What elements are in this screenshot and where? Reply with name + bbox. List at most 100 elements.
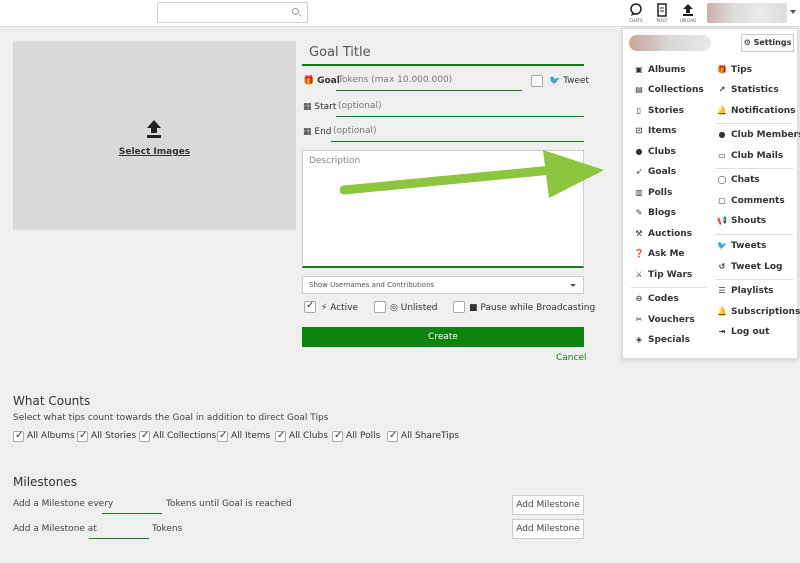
count-checkbox[interactable] <box>139 430 150 442</box>
playlist-icon: ☰ <box>718 286 726 295</box>
menu-item-albums[interactable]: ▣ Albums <box>634 65 685 75</box>
twitter-icon: 🐦 <box>549 76 561 86</box>
settings-button[interactable]: ⚙ Settings <box>741 34 794 52</box>
menu-item-statistics[interactable]: ↗ Statistics <box>717 85 779 95</box>
menu-item-ask-me[interactable]: ❓ Ask Me <box>634 249 685 259</box>
chevron-down-icon[interactable] <box>790 10 796 14</box>
menu-divider <box>715 123 793 124</box>
history-icon: ↺ <box>718 262 726 271</box>
menu-item-vouchers[interactable]: ✂ Vouchers <box>634 315 695 325</box>
story-icon: ▯ <box>636 106 642 115</box>
count-label: All ShareTips <box>401 431 460 441</box>
swords-icon: ⚔ <box>635 270 643 279</box>
pencil-icon: ✎ <box>635 208 643 217</box>
menu-item-clubs[interactable]: ● Clubs <box>634 147 676 157</box>
menu-item-stories[interactable]: ▯ Stories <box>634 106 684 116</box>
start-date-input[interactable]: (optional) <box>336 98 584 117</box>
tweet-checkbox[interactable] <box>531 75 543 87</box>
menu-item-polls[interactable]: ▥ Polls <box>634 188 672 198</box>
chat-icon: ◯ <box>717 175 727 184</box>
pause-checkbox[interactable] <box>453 301 465 313</box>
count-checkbox[interactable] <box>275 430 286 442</box>
gift-icon: 🎁 <box>717 65 727 74</box>
menu-divider <box>715 168 793 169</box>
menu-item-comments[interactable]: ▢ Comments <box>717 196 785 206</box>
bolt-icon: ⚡ <box>321 303 328 313</box>
count-label: All Clubs <box>289 431 328 441</box>
visibility-select[interactable]: Show Usernames and Contributions <box>302 276 584 294</box>
goal-title-input[interactable]: Goal Title <box>302 40 584 66</box>
goal-tokens-input[interactable]: Tokens (max 10.000.000) <box>336 72 522 91</box>
menu-item-shouts[interactable]: 📢 Shouts <box>717 216 766 226</box>
menu-item-specials[interactable]: ◈ Specials <box>634 335 690 345</box>
gift-icon: 🎁 <box>303 76 315 86</box>
menu-avatar[interactable] <box>629 35 711 51</box>
menu-item-auctions[interactable]: ⚒ Auctions <box>634 229 692 239</box>
what-counts-title: What Counts <box>13 394 91 408</box>
album-icon: ▣ <box>635 65 643 74</box>
unlisted-checkbox[interactable] <box>374 301 386 313</box>
tag-icon: ◈ <box>635 335 643 344</box>
comment-icon: ▢ <box>718 196 726 205</box>
rocket-icon: ➶ <box>635 167 643 176</box>
user-menu: ⚙ Settings ▣ Albums ▤ Collections ▯ Stories… <box>622 28 800 359</box>
menu-item-log-out[interactable]: ⇥ Log out <box>717 327 770 337</box>
top-bar: CHATS POST UPLOAD <box>0 0 800 27</box>
menu-item-chats[interactable]: ◯ Chats <box>717 175 760 185</box>
start-label: ▦ Start <box>303 102 337 112</box>
logout-icon: ⇥ <box>718 327 726 336</box>
collection-icon: ▤ <box>635 85 643 94</box>
menu-item-tweets[interactable]: 🐦 Tweets <box>717 241 766 251</box>
count-checkbox[interactable] <box>13 430 24 442</box>
menu-item-subscriptions[interactable]: 🔔 Subscriptions <box>717 307 800 317</box>
cart-icon: ⊡ <box>635 126 643 135</box>
calendar-icon: ▦ <box>303 127 312 137</box>
menu-item-blogs[interactable]: ✎ Blogs <box>634 208 676 218</box>
milestones-title: Milestones <box>13 475 77 489</box>
menu-item-goals[interactable]: ➶ Goals <box>634 167 676 177</box>
menu-item-tweet-log[interactable]: ↺ Tweet Log <box>717 262 783 272</box>
milestone-at-input[interactable] <box>89 525 149 539</box>
count-checkbox[interactable] <box>77 430 88 442</box>
search-input[interactable] <box>157 2 308 23</box>
menu-item-notifications[interactable]: 🔔 Notifications <box>717 106 796 116</box>
menu-item-club-mails[interactable]: ▭ Club Mails <box>717 151 783 161</box>
gavel-icon: ⚒ <box>635 229 643 238</box>
search-icon[interactable] <box>292 8 299 15</box>
select-images-link[interactable]: Select Images <box>13 147 296 157</box>
megaphone-icon: 📢 <box>717 216 727 225</box>
menu-item-playlists[interactable]: ☰ Playlists <box>717 286 773 296</box>
count-checkbox[interactable] <box>217 430 228 442</box>
chat-bubble-icon <box>630 3 642 16</box>
chats-button[interactable]: CHATS <box>626 3 646 25</box>
count-checkbox[interactable] <box>387 430 398 442</box>
milestone-every-label: Add a Milestone every <box>13 499 114 509</box>
menu-item-items[interactable]: ⊡ Items <box>634 126 677 136</box>
active-checkbox[interactable] <box>304 300 316 313</box>
post-button[interactable]: POST <box>652 3 672 25</box>
end-label: ▦ End <box>303 127 332 137</box>
end-date-input[interactable]: (optional) <box>331 123 584 142</box>
count-label: All Polls <box>346 431 381 441</box>
upload-arrow-icon <box>147 120 161 138</box>
cancel-link[interactable]: Cancel <box>556 353 587 363</box>
menu-item-tip-wars[interactable]: ⚔ Tip Wars <box>634 270 692 280</box>
add-milestone-at-button[interactable]: Add Milestone <box>512 519 584 539</box>
menu-item-collections[interactable]: ▤ Collections <box>634 85 704 95</box>
code-icon: ⊖ <box>635 294 643 303</box>
goal-label: 🎁 Goal <box>303 76 340 86</box>
menu-item-codes[interactable]: ⊖ Codes <box>634 294 679 304</box>
create-button[interactable]: Create <box>302 327 584 347</box>
bell-icon: 🔔 <box>717 106 727 115</box>
menu-item-club-members[interactable]: ● Club Members <box>717 130 800 140</box>
eye-slash-icon: ◎ <box>390 303 398 313</box>
add-milestone-every-button[interactable]: Add Milestone <box>512 495 584 515</box>
milestone-every-suffix: Tokens until Goal is reached <box>166 499 292 509</box>
chart-icon: ↗ <box>718 85 726 94</box>
upload-button[interactable]: UPLOAD <box>678 3 698 25</box>
count-checkbox[interactable] <box>332 430 343 442</box>
milestone-every-input[interactable] <box>102 500 162 514</box>
user-avatar[interactable] <box>707 3 787 23</box>
what-counts-description: Select what tips count towards the Goal … <box>13 413 329 423</box>
menu-item-tips[interactable]: 🎁 Tips <box>717 65 752 75</box>
